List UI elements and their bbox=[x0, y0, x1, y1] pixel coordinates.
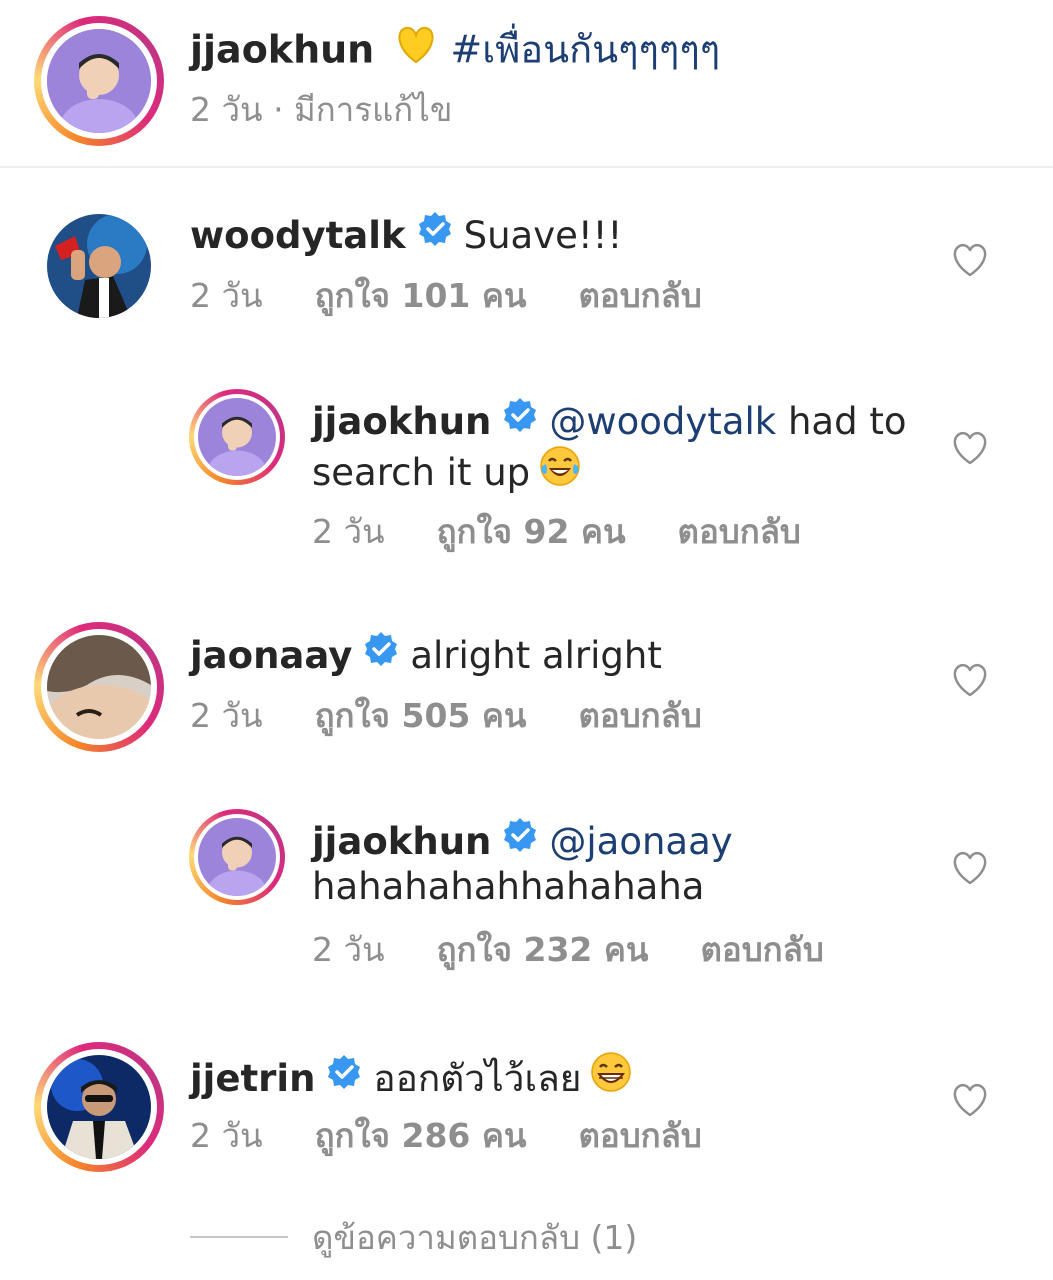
comment-jaonaay: jaonaay alright alright bbox=[190, 630, 662, 685]
comment-likes[interactable]: ถูกใจ 101 คน bbox=[315, 276, 527, 315]
comment-username[interactable]: woodytalk bbox=[190, 214, 406, 257]
reply-button[interactable]: ตอบกลับ bbox=[578, 1116, 701, 1155]
laughing-tears-emoji-icon bbox=[538, 444, 582, 499]
reply-button[interactable]: ตอบกลับ bbox=[578, 696, 701, 735]
avatar-woodytalk[interactable] bbox=[47, 214, 151, 318]
comment-text: search it up bbox=[312, 451, 531, 494]
divider bbox=[0, 166, 1053, 168]
reply-button[interactable]: ตอบกลับ bbox=[678, 512, 801, 551]
comment-woodytalk: woodytalk Suave!!! bbox=[190, 210, 622, 265]
verified-badge-icon bbox=[416, 210, 454, 259]
avatar-jaonaay[interactable] bbox=[47, 635, 151, 739]
reply-button[interactable]: ตอบกลับ bbox=[700, 930, 823, 969]
comment-jjetrin: jjetrin ออกตัวไว้เลย bbox=[190, 1050, 633, 1111]
reply-jjaokhun-2: jjaokhun @jaonaay bbox=[312, 816, 733, 871]
heart-icon[interactable] bbox=[950, 848, 990, 888]
heart-icon[interactable] bbox=[950, 1080, 990, 1120]
comment-text: hahahahahhahahaha bbox=[312, 865, 705, 908]
mention-link[interactable]: @jaonaay bbox=[549, 820, 732, 863]
comment-username[interactable]: jjetrin bbox=[190, 1057, 315, 1100]
comment-meta: 2 วัน ถูกใจ 92 คน ตอบกลับ bbox=[312, 512, 853, 552]
comment-meta: 2 วัน ถูกใจ 101 คน ตอบกลับ bbox=[190, 276, 754, 316]
view-replies-button[interactable]: ดูข้อความตอบกลับ (1) bbox=[312, 1218, 637, 1258]
verified-badge-icon bbox=[325, 1053, 363, 1102]
post-meta: 2 วัน · มีการแก้ไข bbox=[190, 90, 453, 129]
post-caption: jjaokhun #เพื่อนกันๆๆๆๆๆ bbox=[190, 24, 720, 80]
comment-meta: 2 วัน ถูกใจ 505 คน ตอบกลับ bbox=[190, 696, 754, 736]
verified-badge-icon bbox=[362, 630, 400, 679]
comment-text: ออกตัวไว้เลย bbox=[373, 1057, 582, 1100]
avatar-jjaokhun[interactable] bbox=[198, 398, 276, 476]
heart-icon[interactable] bbox=[950, 428, 990, 468]
post-username[interactable]: jjaokhun bbox=[190, 28, 374, 72]
comment-meta: 2 วัน ถูกใจ 232 คน ตอบกลับ bbox=[312, 930, 876, 970]
avatar-jjaokhun[interactable] bbox=[198, 818, 276, 896]
comment-likes[interactable]: ถูกใจ 232 คน bbox=[437, 930, 649, 969]
grinning-emoji-icon bbox=[589, 1050, 633, 1105]
verified-badge-icon bbox=[501, 816, 539, 865]
comment-username[interactable]: jjaokhun bbox=[312, 400, 491, 443]
reply-jjaokhun-1: jjaokhun @woodytalk had to bbox=[312, 396, 906, 451]
heart-icon[interactable] bbox=[950, 660, 990, 700]
comment-time: 2 วัน bbox=[190, 696, 263, 735]
comment-username[interactable]: jaonaay bbox=[190, 634, 352, 677]
reply-jjaokhun-1-line2: search it up bbox=[312, 444, 582, 505]
comment-username[interactable]: jjaokhun bbox=[312, 820, 491, 863]
comment-time: 2 วัน bbox=[190, 1116, 263, 1155]
comment-text: had to bbox=[776, 400, 907, 443]
mention-link[interactable]: @woodytalk bbox=[549, 400, 776, 443]
yellow-heart-icon bbox=[394, 24, 438, 74]
comment-likes[interactable]: ถูกใจ 505 คน bbox=[315, 696, 527, 735]
verified-badge-icon bbox=[501, 396, 539, 445]
heart-icon[interactable] bbox=[950, 240, 990, 280]
comment-meta: 2 วัน ถูกใจ 286 คน ตอบกลับ bbox=[190, 1116, 754, 1156]
avatar-jjetrin[interactable] bbox=[47, 1055, 151, 1159]
post-hashtag[interactable]: #เพื่อนกันๆๆๆๆๆ bbox=[450, 28, 720, 72]
comment-likes[interactable]: ถูกใจ 92 คน bbox=[437, 512, 626, 551]
comment-time: 2 วัน bbox=[312, 512, 385, 551]
view-replies-line bbox=[190, 1236, 288, 1238]
comment-likes[interactable]: ถูกใจ 286 คน bbox=[315, 1116, 527, 1155]
reply-button[interactable]: ตอบกลับ bbox=[578, 276, 701, 315]
reply-jjaokhun-2-line2: hahahahahhahahaha bbox=[312, 864, 704, 910]
avatar-jjaokhun[interactable] bbox=[47, 29, 151, 133]
comment-text: Suave!!! bbox=[463, 214, 623, 257]
comment-time: 2 วัน bbox=[312, 930, 385, 969]
comment-text: alright alright bbox=[410, 634, 662, 677]
comment-time: 2 วัน bbox=[190, 276, 263, 315]
